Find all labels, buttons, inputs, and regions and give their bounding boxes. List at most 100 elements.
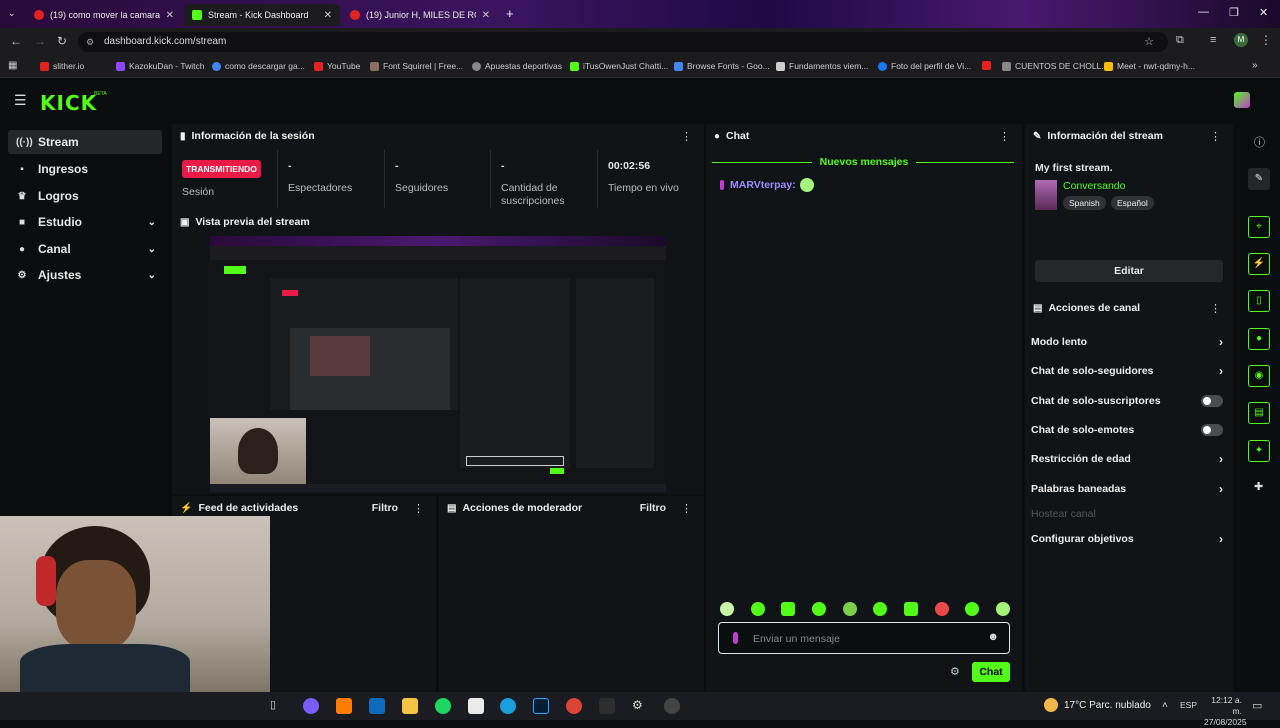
emote-icon[interactable] bbox=[720, 602, 734, 616]
sidebar-item-ingresos[interactable]: ▪ Ingresos bbox=[8, 157, 162, 181]
edit-layout-pencil-icon[interactable]: ✎ bbox=[1248, 168, 1270, 190]
store-icon[interactable] bbox=[468, 698, 484, 714]
emote-icon[interactable] bbox=[781, 602, 796, 616]
maximize-icon[interactable]: ❐ bbox=[1229, 6, 1239, 19]
lightning-icon[interactable]: ⚡ bbox=[1248, 253, 1270, 275]
layers-icon[interactable]: ▤ bbox=[1248, 402, 1270, 424]
window-close-icon[interactable]: ✕ bbox=[1259, 6, 1268, 19]
hamburger-menu-icon[interactable]: ☰ bbox=[14, 92, 27, 109]
reload-icon[interactable]: ↻ bbox=[57, 34, 67, 48]
chat-settings-gear-icon[interactable]: ⚙ bbox=[950, 665, 960, 678]
extensions-icon[interactable]: ⧉ bbox=[1176, 34, 1184, 47]
wrench-icon[interactable]: ✦ bbox=[1248, 440, 1270, 462]
emoji-picker-icon[interactable]: ☻ bbox=[987, 631, 999, 643]
language-indicator[interactable]: ESP bbox=[1180, 700, 1197, 710]
stream-preview-video[interactable] bbox=[210, 236, 666, 492]
notifications-icon[interactable]: ▭ bbox=[1252, 699, 1262, 712]
bookmark-item[interactable]: KazokuDan - Twitch bbox=[116, 61, 204, 71]
user-avatar[interactable] bbox=[1234, 92, 1250, 108]
tag-chip[interactable]: Español bbox=[1111, 196, 1154, 210]
emote-icon[interactable] bbox=[873, 602, 888, 616]
emotes-only-toggle[interactable] bbox=[1201, 424, 1223, 436]
focus-icon[interactable]: ⌖ bbox=[1248, 216, 1270, 238]
kick-logo[interactable]: KICK bbox=[40, 91, 97, 115]
bookmark-item[interactable]: como descargar ga... bbox=[212, 61, 305, 71]
copilot-icon[interactable] bbox=[303, 698, 319, 714]
bookmark-item[interactable]: Foto del perfil de Vi... bbox=[878, 61, 971, 71]
menu-icon[interactable]: ⋮ bbox=[1260, 33, 1272, 47]
chat-message-input[interactable]: Enviar un mensaje ☻ bbox=[718, 622, 1010, 654]
edit-button[interactable]: Editar bbox=[1035, 260, 1223, 282]
bookmark-item[interactable]: CUENTOS DE CHOLL... bbox=[1002, 61, 1108, 71]
more-options-icon[interactable]: ⋮ bbox=[1210, 130, 1221, 143]
chat-bubble-icon[interactable]: ● bbox=[1248, 328, 1270, 350]
emote-icon[interactable] bbox=[903, 602, 918, 616]
file-explorer-icon[interactable] bbox=[402, 698, 418, 714]
sidebar-item-stream[interactable]: ((·)) Stream bbox=[8, 130, 162, 154]
sidebar-item-estudio[interactable]: ■ Estudio ⌄ bbox=[8, 210, 162, 234]
task-view-icon[interactable]: ▯ bbox=[270, 698, 286, 714]
category-link[interactable]: Conversando bbox=[1063, 180, 1125, 192]
settings-gear-icon[interactable]: ⚙ bbox=[632, 698, 648, 714]
profile-avatar[interactable]: M bbox=[1234, 33, 1248, 47]
new-tab-icon[interactable]: + bbox=[506, 6, 514, 21]
age-restriction-action[interactable]: Restricción de edad › bbox=[1031, 449, 1223, 469]
more-bookmarks-icon[interactable]: » bbox=[1252, 60, 1258, 71]
bookmark-item[interactable]: YouTube bbox=[314, 61, 360, 71]
emote-icon[interactable] bbox=[995, 602, 1010, 616]
chat-username[interactable]: MARVterpay: bbox=[730, 179, 796, 191]
weather-text[interactable]: 17°C Parc. nublado bbox=[1064, 700, 1151, 711]
sidebar-item-ajustes[interactable]: ⚙ Ajustes ⌄ bbox=[8, 263, 162, 287]
emote-icon[interactable] bbox=[934, 602, 949, 616]
media-icon[interactable]: ≡ bbox=[1210, 34, 1216, 46]
filter-button[interactable]: Filtro bbox=[372, 502, 398, 514]
emote-icon[interactable] bbox=[965, 602, 980, 616]
bookmark-item[interactable] bbox=[982, 61, 995, 70]
tag-chip[interactable]: Spanish bbox=[1063, 196, 1106, 210]
clock[interactable]: 12:12 a. m. 27/08/2025 bbox=[1204, 695, 1247, 728]
illustrator-icon[interactable] bbox=[336, 698, 352, 714]
broadcast-icon[interactable]: ◉ bbox=[1248, 365, 1270, 387]
spotify-icon[interactable] bbox=[435, 698, 451, 714]
bookmark-item[interactable]: Meet - nwt-qdmy-h... bbox=[1104, 61, 1195, 71]
close-icon[interactable]: ✕ bbox=[482, 10, 490, 21]
forward-icon[interactable]: → bbox=[34, 34, 46, 48]
bookmark-star-icon[interactable]: ☆ bbox=[1144, 32, 1154, 52]
outlook-icon[interactable] bbox=[369, 698, 385, 714]
followers-only-action[interactable]: Chat de solo-seguidores › bbox=[1031, 361, 1223, 381]
browser-tab-2[interactable]: Stream - Kick Dashboard ✕ bbox=[184, 4, 340, 26]
send-chat-button[interactable]: Chat bbox=[972, 662, 1010, 682]
bookmark-item[interactable]: Apuestas deportivas bbox=[472, 61, 562, 71]
apps-icon[interactable]: ▦ bbox=[8, 60, 17, 71]
info-icon[interactable]: ⓘ bbox=[1254, 134, 1265, 150]
site-info-icon[interactable]: ⚙ bbox=[86, 32, 94, 52]
close-icon[interactable]: ✕ bbox=[324, 10, 332, 21]
minimize-icon[interactable]: — bbox=[1198, 6, 1209, 18]
sidebar-item-logros[interactable]: ♛ Logros bbox=[8, 184, 162, 208]
banned-words-action[interactable]: Palabras baneadas › bbox=[1031, 479, 1223, 499]
document-icon[interactable]: ▯ bbox=[1248, 290, 1270, 312]
photoshop-icon[interactable] bbox=[533, 698, 549, 714]
close-icon[interactable]: ✕ bbox=[166, 10, 174, 21]
slow-mode-action[interactable]: Modo lento › bbox=[1031, 332, 1223, 352]
emote-icon[interactable] bbox=[811, 602, 826, 616]
configure-goals-action[interactable]: Configurar objetivos › bbox=[1031, 529, 1223, 549]
chevron-up-icon[interactable]: ˄ bbox=[1162, 700, 1168, 711]
bookmark-item[interactable]: iTusOwenJust Chatti... bbox=[570, 61, 668, 71]
bookmark-item[interactable]: Font Squirrel | Free... bbox=[370, 61, 463, 71]
obs-icon[interactable] bbox=[664, 698, 680, 714]
back-icon[interactable]: ← bbox=[10, 34, 22, 48]
sidebar-item-canal[interactable]: ● Canal ⌄ bbox=[8, 237, 162, 261]
url-input[interactable]: ⚙ dashboard.kick.com/stream ☆ bbox=[78, 32, 1168, 52]
filter-button[interactable]: Filtro bbox=[640, 502, 666, 514]
tab-search-icon[interactable]: ⌄ bbox=[8, 8, 16, 19]
browser-tab-1[interactable]: (19) como mover la camara en ✕ bbox=[26, 4, 182, 26]
subscribers-only-toggle[interactable] bbox=[1201, 395, 1223, 407]
more-options-icon[interactable]: ⋮ bbox=[1210, 302, 1221, 315]
terminal-icon[interactable] bbox=[599, 698, 615, 714]
chrome-icon[interactable] bbox=[566, 698, 582, 714]
emote-icon[interactable] bbox=[842, 602, 857, 616]
add-widget-icon[interactable]: ✚ bbox=[1254, 480, 1263, 493]
bookmark-item[interactable]: Browse Fonts - Goo... bbox=[674, 61, 770, 71]
emote-icon[interactable] bbox=[750, 602, 765, 616]
